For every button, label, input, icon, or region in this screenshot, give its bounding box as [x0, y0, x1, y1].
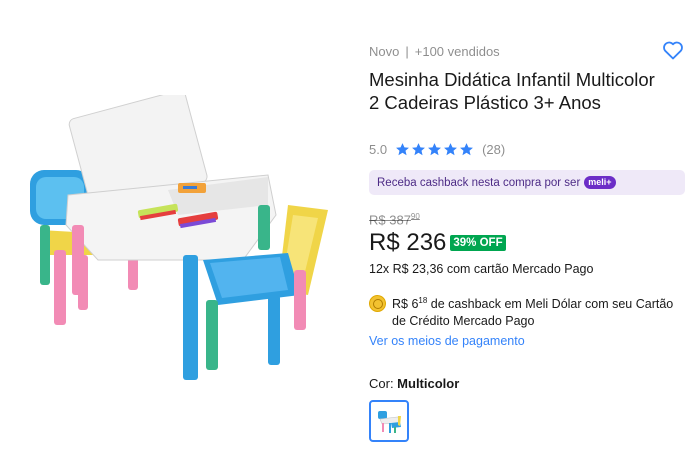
rating-score: 5.0 — [369, 142, 388, 157]
review-count: (28) — [482, 142, 506, 157]
meli-dolar-description: de cashback em Meli Dólar com seu Cartão… — [392, 297, 674, 329]
sold-count: +100 vendidos — [414, 44, 500, 59]
thumbnail-image — [378, 411, 401, 433]
installments-text: 12x R$ 23,36 com cartão Mercado Pago — [369, 262, 594, 276]
favorite-heart-icon[interactable] — [661, 38, 685, 62]
color-label-prefix: Cor: — [369, 376, 398, 391]
price-row: R$ 236 39% OFF — [369, 229, 506, 257]
meli-dolar-text: R$ 618 de cashback em Meli Dólar com seu… — [392, 292, 689, 330]
old-price-value: R$ 387 — [369, 212, 411, 228]
rating-stars — [395, 142, 474, 157]
old-price: R$ 38790 — [369, 212, 420, 227]
condition-text: Novo — [369, 44, 400, 59]
star-icon — [444, 143, 458, 156]
product-title: Mesinha Didática Infantil Multicolor 2 C… — [369, 69, 655, 113]
cashback-banner[interactable]: Receba cashback nesta compra por ser mel… — [369, 170, 685, 195]
separator: | — [405, 44, 409, 59]
current-price: R$ 236 — [369, 229, 447, 256]
star-icon — [460, 143, 474, 156]
meli-dolar-coin-icon — [369, 295, 386, 312]
rating-row[interactable]: 5.0 (28) — [369, 142, 505, 157]
discount-badge: 39% OFF — [450, 235, 506, 251]
color-label: Cor: Multicolor — [369, 376, 459, 391]
table-graphic — [65, 89, 277, 380]
meli-dolar-amount: R$ 6 — [392, 297, 419, 312]
old-price-cents: 90 — [410, 212, 420, 221]
star-icon — [412, 143, 426, 156]
color-value: Multicolor — [397, 376, 460, 391]
meli-dolar-cashback: R$ 618 de cashback em Meli Dólar com seu… — [369, 292, 689, 330]
color-option-thumbnail[interactable] — [369, 400, 409, 442]
meli-plus-badge: meli+ — [584, 176, 616, 189]
cashback-banner-text: Receba cashback nesta compra por ser — [377, 176, 581, 189]
meli-dolar-cents: 18 — [418, 296, 428, 305]
payment-methods-link[interactable]: Ver os meios de pagamento — [369, 334, 525, 348]
star-icon — [428, 143, 442, 156]
star-icon — [396, 143, 410, 156]
product-image[interactable] — [18, 89, 348, 395]
status-line: Novo | +100 vendidos — [369, 44, 500, 59]
